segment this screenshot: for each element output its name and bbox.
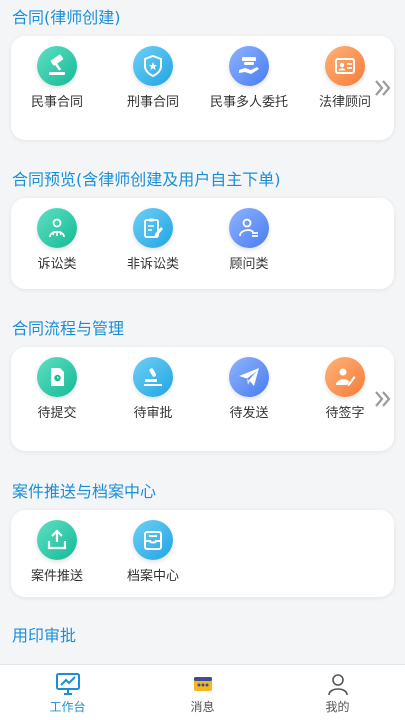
civil-contract-label: 民事合同	[30, 95, 83, 110]
bottom-tab-bar: 工作台 消息 我的	[0, 664, 405, 720]
advisory-button[interactable]: 顾问类	[203, 208, 295, 274]
pending-submit-button[interactable]: 待提交	[11, 357, 103, 423]
section-title-contract-preview: 合同预览(含律师创建及用户自主下单)	[12, 170, 281, 189]
clipboard-edit-icon	[133, 208, 173, 248]
case-push-label: 案件推送	[30, 569, 83, 584]
tab-mine-label: 我的	[325, 700, 350, 714]
tab-messages[interactable]: 消息	[135, 665, 270, 720]
pending-send-label: 待发送	[229, 406, 269, 421]
document-icon	[37, 357, 77, 397]
double-chevron-right-icon[interactable]	[374, 389, 392, 409]
pending-approval-label: 待审批	[133, 406, 173, 421]
advisory-label: 顾问类	[229, 257, 269, 272]
user-icon	[327, 674, 348, 696]
case-push-button[interactable]: 案件推送	[11, 520, 103, 586]
non-litigation-button[interactable]: 非诉讼类	[107, 208, 199, 274]
tab-workbench[interactable]: 工作台	[0, 665, 135, 720]
paper-plane-icon	[229, 357, 269, 397]
civil-contract-button[interactable]: 民事合同	[11, 46, 103, 112]
non-litigation-label: 非诉讼类	[126, 257, 179, 272]
archive-center-label: 档案中心	[126, 569, 179, 584]
section-title-contract-flow: 合同流程与管理	[12, 319, 125, 338]
litigation-button[interactable]: 诉讼类	[11, 208, 103, 274]
section-title-case-archive: 案件推送与档案中心	[12, 482, 157, 501]
double-chevron-right-icon[interactable]	[374, 78, 392, 98]
upload-icon	[37, 520, 77, 560]
contract-preview-card: 诉讼类 非诉讼类 顾问类	[11, 198, 394, 289]
handshake-icon	[229, 46, 269, 86]
id-card-icon	[325, 46, 365, 86]
contract-flow-card: 待提交 待审批 待发送 待签字	[11, 347, 394, 451]
civil-multi-entrust-label: 民事多人委托	[209, 95, 288, 110]
police-badge-icon	[133, 46, 173, 86]
message-icon	[193, 677, 212, 691]
civil-multi-entrust-button[interactable]: 民事多人委托	[203, 46, 295, 112]
tab-messages-label: 消息	[190, 700, 215, 714]
section-title-contract-create: 合同(律师创建)	[12, 8, 121, 27]
person-list-icon	[229, 208, 269, 248]
criminal-contract-label: 刑事合同	[126, 95, 179, 110]
stamp-icon	[133, 357, 173, 397]
inbox-icon	[133, 520, 173, 560]
pending-approval-button[interactable]: 待审批	[107, 357, 199, 423]
pending-submit-label: 待提交	[37, 406, 77, 421]
archive-center-button[interactable]: 档案中心	[107, 520, 199, 586]
signature-icon	[325, 357, 365, 397]
scales-icon	[37, 208, 77, 248]
tab-workbench-label: 工作台	[49, 700, 86, 714]
gavel-icon	[37, 46, 77, 86]
case-archive-card: 案件推送 档案中心	[11, 510, 394, 597]
criminal-contract-button[interactable]: 刑事合同	[107, 46, 199, 112]
contract-create-card: 民事合同 刑事合同 民事多人委托 法律顾问	[11, 36, 394, 140]
tab-mine[interactable]: 我的	[270, 665, 405, 720]
litigation-label: 诉讼类	[37, 257, 77, 272]
monitor-chart-icon	[55, 673, 80, 695]
section-title-seal-approval: 用印审批	[12, 626, 77, 645]
pending-send-button[interactable]: 待发送	[203, 357, 295, 423]
